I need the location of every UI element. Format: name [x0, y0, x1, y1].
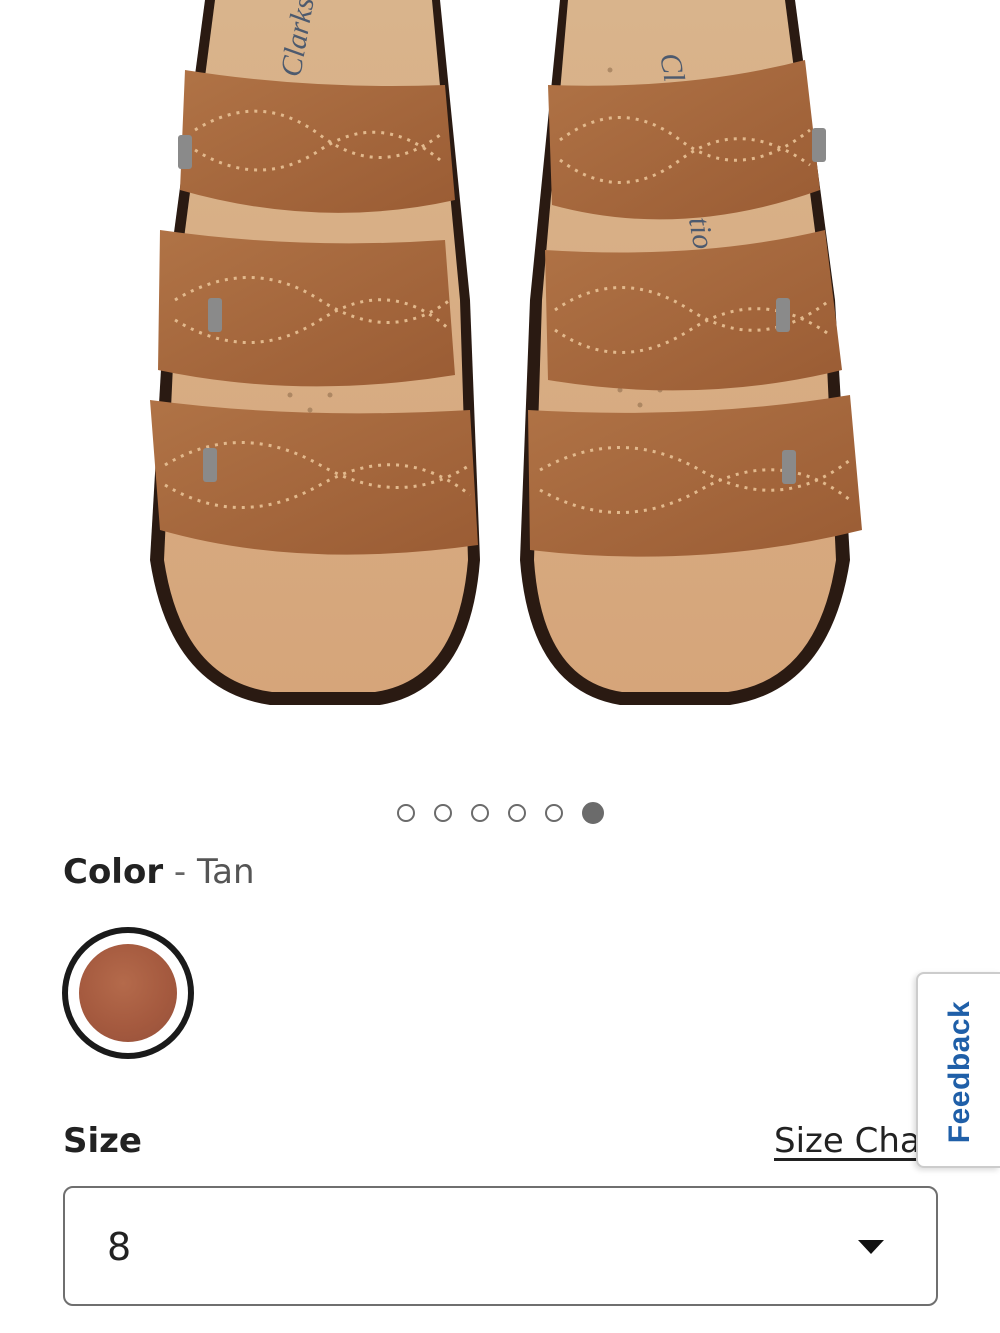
color-swatch-fill — [79, 944, 177, 1042]
product-image[interactable]: Clarks. collection — [0, 0, 1000, 760]
selected-color-name: Tan — [196, 852, 255, 892]
carousel-dot-4[interactable] — [507, 804, 526, 822]
left-sandal: Clarks. collection — [150, 0, 480, 705]
color-swatch-tan[interactable] — [62, 927, 194, 1059]
size-select[interactable]: 8 — [63, 1186, 938, 1306]
carousel-dot-3[interactable] — [470, 804, 489, 822]
feedback-label: Feedback — [943, 1000, 976, 1144]
carousel-dot-5[interactable] — [544, 804, 563, 822]
caret-down-icon — [858, 1240, 884, 1254]
carousel-dot-2[interactable] — [433, 804, 452, 822]
product-page: Clarks. collection — [0, 0, 1000, 1333]
color-label: Color — [63, 852, 164, 892]
carousel-dot-6[interactable] — [581, 802, 604, 824]
feedback-tab[interactable]: Feedback — [916, 972, 1000, 1168]
carousel-dot-group — [396, 802, 604, 824]
selected-size: 8 — [107, 1225, 132, 1269]
color-separator: - — [163, 852, 197, 892]
image-carousel-dots — [0, 802, 1000, 824]
carousel-dot-1[interactable] — [396, 804, 415, 822]
right-sandal: Clarks. collection — [520, 0, 862, 705]
color-heading: Color - Tan — [63, 850, 255, 894]
size-label: Size — [63, 1121, 142, 1161]
